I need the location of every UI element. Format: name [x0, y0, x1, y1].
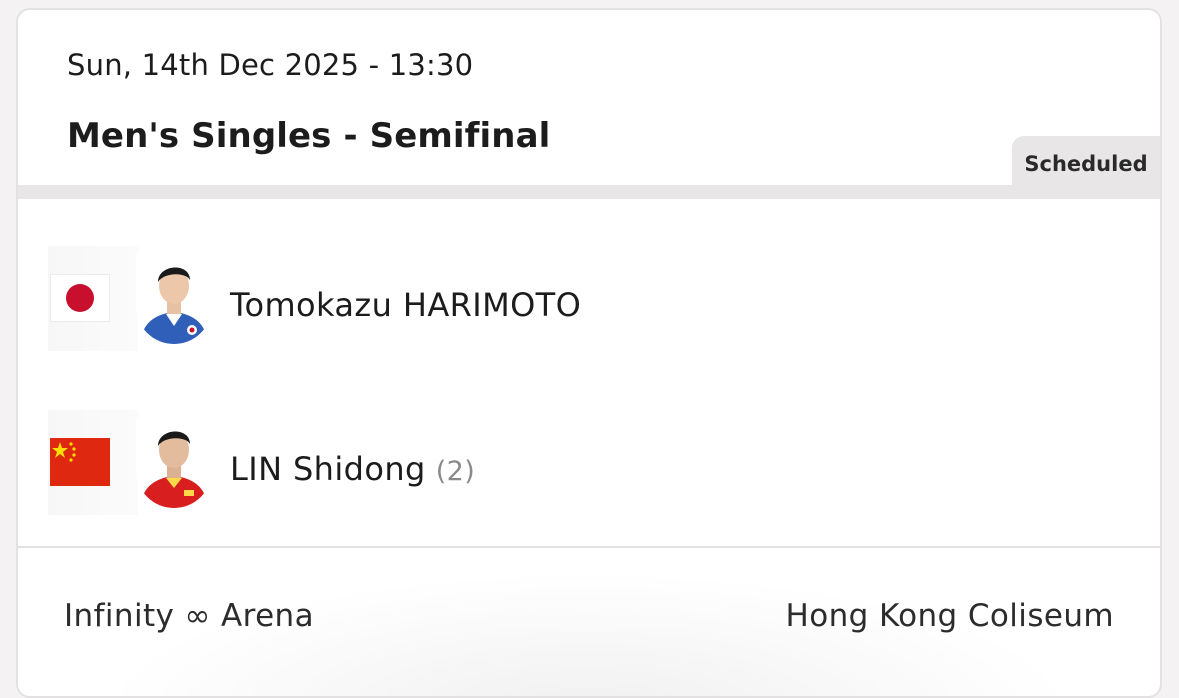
status-badge: Scheduled: [1012, 136, 1160, 192]
match-footer: Infinity ∞ Arena Hong Kong Coliseum: [18, 548, 1160, 696]
player-avatar: [136, 418, 212, 508]
match-datetime: Sun, 14th Dec 2025 - 13:30: [67, 48, 474, 82]
match-card[interactable]: Sun, 14th Dec 2025 - 13:30 Men's Singles…: [16, 8, 1162, 698]
china-flag-icon: [50, 438, 110, 486]
player-seed: (2): [435, 456, 476, 487]
table-name: Infinity ∞ Arena: [64, 598, 314, 634]
match-header: Sun, 14th Dec 2025 - 13:30 Men's Singles…: [18, 10, 1160, 186]
header-separator: [18, 185, 1160, 199]
flag-container: [48, 410, 138, 515]
match-event-title: Men's Singles - Semifinal: [67, 116, 551, 156]
player-name-text: LIN Shidong: [230, 450, 426, 488]
flag-container: [48, 246, 138, 351]
player-avatar: [136, 254, 212, 344]
player-row[interactable]: Tomokazu HARIMOTO: [18, 246, 1160, 351]
player-name[interactable]: LIN Shidong (2): [230, 450, 475, 488]
player-name[interactable]: Tomokazu HARIMOTO: [230, 286, 581, 324]
player-name-text: Tomokazu HARIMOTO: [230, 286, 582, 324]
japan-flag-icon: [50, 274, 110, 322]
venue-name: Hong Kong Coliseum: [785, 598, 1114, 634]
player-row[interactable]: LIN Shidong (2): [18, 410, 1160, 515]
